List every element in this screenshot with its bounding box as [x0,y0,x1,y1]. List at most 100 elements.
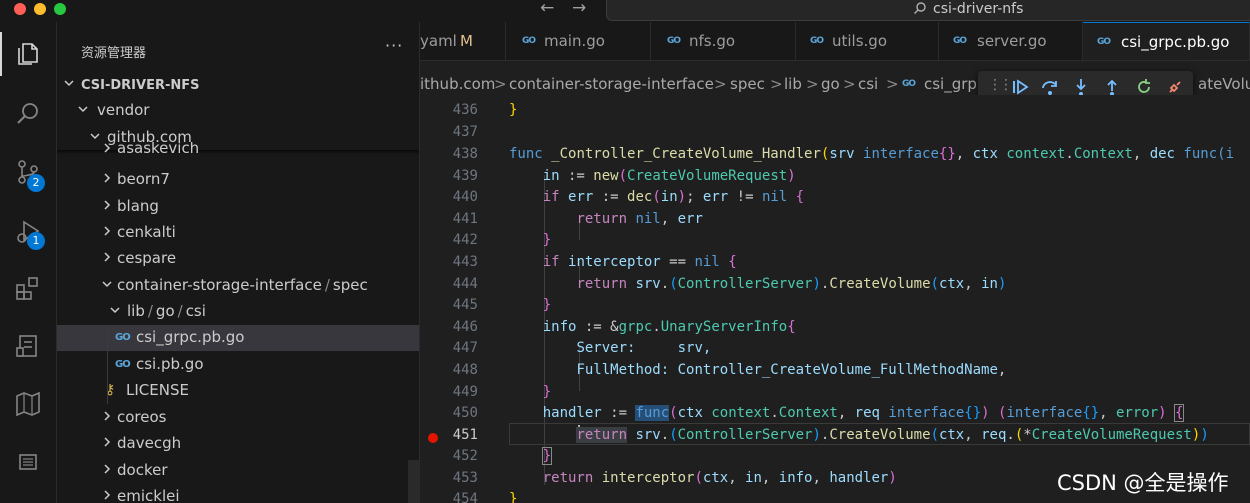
sidebar-scrollbar[interactable] [408,460,419,503]
panel-icon[interactable] [14,448,42,476]
map-icon[interactable] [14,390,42,418]
code-editor[interactable]: 436 } 437 438 func _Controller_CreateVol… [420,95,1250,503]
modified-indicator: M [460,32,473,50]
tree-item-label: LICENSE [126,381,189,399]
tree-item-label: csi_grpc.pb.go [136,328,245,346]
tree-item-label: blang [117,197,159,215]
breadcrumb-item[interactable]: csi [858,75,878,93]
drag-handle-icon[interactable]: ⋮⋮ [988,77,1013,93]
go-file-icon: GO [810,36,824,46]
tree-item-asaskevich[interactable]: asaskevich [57,142,419,160]
breadcrumb-item[interactable]: ithub.com [420,75,495,93]
go-file-icon: GO [115,332,131,343]
command-center[interactable]: csi-driver-nfs [606,0,1250,21]
close-window-button[interactable] [14,3,26,15]
chevron-right-icon [104,411,111,421]
breadcrumb-separator: > [806,75,819,93]
tree-item-csi-grpc-pb-go[interactable]: GO csi_grpc.pb.go [57,325,419,351]
tree-indent-guide [107,325,108,404]
forward-arrow-icon[interactable]: → [572,0,586,18]
tree-item-label: cespare [117,249,177,267]
maximize-window-button[interactable] [54,3,66,15]
more-actions-icon[interactable]: ··· [385,36,403,55]
command-center-label: csi-driver-nfs [933,1,1024,17]
breadcrumb-item[interactable]: ateVolum [1198,75,1250,93]
search-icon [914,2,926,14]
continue-icon[interactable] [1010,77,1030,97]
chevron-down-icon [110,307,120,314]
code-line: 438 func _Controller_CreateVolume_Handle… [452,146,1234,162]
breadcrumb-item[interactable]: lib [784,75,802,93]
code-line: 448 FullMethod: Controller_CreateVolume_… [452,362,1007,378]
tree-item-label: container-storage-interface / spec [117,276,368,294]
tree-item-blang[interactable]: blang [57,194,419,220]
extensions-icon[interactable] [14,274,42,302]
tree-item-label: beorn7 [117,170,170,188]
tree-item-coreos[interactable]: coreos [57,405,419,431]
tree-item-label: vendor [97,101,150,119]
step-over-icon[interactable] [1040,77,1060,97]
chevron-down-icon [78,106,88,113]
tree-item-label: csi.pb.go [136,355,204,373]
tree-item-label: emicklei [117,487,180,503]
tree-item-vendor[interactable]: vendor [57,98,419,124]
active-indicator [0,32,2,76]
breadcrumb-separator: > [843,75,856,93]
breadcrumb-item[interactable]: container-storage-interface [509,75,714,93]
tree-item-csi-pb-go[interactable]: GO csi.pb.go [57,352,419,378]
disconnect-icon[interactable] [1165,77,1185,97]
go-file-icon: GO [902,79,916,89]
chevron-down-icon [102,281,112,288]
tree-item-beorn7[interactable]: beorn7 [57,167,419,193]
step-into-icon[interactable] [1071,77,1091,97]
tree-item-container-storage-interface[interactable]: container-storage-interface / spec [57,273,419,299]
remote-explorer-icon[interactable] [14,332,42,360]
chevron-right-icon [104,490,111,500]
go-file-icon: GO [115,359,131,370]
tree-item-lib-go-csi[interactable]: lib / go / csi [57,299,419,325]
chevron-down-icon [64,80,74,87]
code-line-current: 451 return srv.(ControllerServer).Create… [420,423,1250,445]
tab-yaml[interactable]: yaml M [420,22,506,60]
tree-item-docker[interactable]: docker [57,458,419,484]
code-line: 444 return srv.(ControllerServer).Create… [452,276,1007,292]
tab-csi-grpc-pb-go[interactable]: GO csi_grpc.pb.go [1083,22,1250,60]
chevron-right-icon [104,437,111,447]
breadcrumb-item[interactable]: go [821,75,840,93]
tab-main-go[interactable]: GO main.go [506,22,651,60]
tree-item-emicklei[interactable]: emicklei [57,484,419,503]
source-control-badge: 2 [27,174,45,192]
breadcrumb-separator: > [886,75,899,93]
tree-root[interactable]: CSI-DRIVER-NFS [57,72,419,98]
restart-icon[interactable] [1134,77,1154,97]
chevron-right-icon [104,226,111,236]
chevron-right-icon [104,143,111,153]
explorer-title: 资源管理器 [81,46,147,61]
code-line: 436 } [452,102,518,118]
tree-item-davecgh[interactable]: davecgh [57,431,419,457]
code-line: 446 info := &grpc.UnaryServerInfo{ [452,319,796,335]
editor-tab-bar: yaml M GO main.go GO nfs.go GO utils.go … [420,22,1250,61]
tab-server-go[interactable]: GO server.go [939,22,1083,60]
tab-utils-go[interactable]: GO utils.go [796,22,939,60]
files-icon[interactable] [14,40,42,68]
search-icon[interactable] [14,100,42,128]
code-line: 442 } [452,232,552,248]
tree-item-label: lib / go / csi [127,302,206,320]
minimize-window-button[interactable] [34,3,46,15]
breadcrumb-item[interactable]: spec [730,75,765,93]
breadcrumb-separator: > [494,75,507,93]
explorer-sidebar: 资源管理器 ··· CSI-DRIVER-NFS vendor github.c… [57,22,420,503]
tab-nfs-go[interactable]: GO nfs.go [651,22,796,60]
tree-item-license[interactable]: ⚷ LICENSE [57,378,419,404]
breadcrumb-item[interactable]: csi_grp [924,75,977,93]
step-out-icon[interactable] [1102,77,1122,97]
run-debug-badge: 1 [27,232,45,250]
code-line: 439 in := new(CreateVolumeRequest) [452,168,796,184]
back-arrow-icon[interactable]: ← [540,0,554,18]
breadcrumb-separator: > [714,75,727,93]
breadcrumb-separator: > [770,75,783,93]
tree-item-cespare[interactable]: cespare [57,246,419,272]
tree-item-cenkalti[interactable]: cenkalti [57,220,419,246]
chevron-right-icon [104,252,111,262]
